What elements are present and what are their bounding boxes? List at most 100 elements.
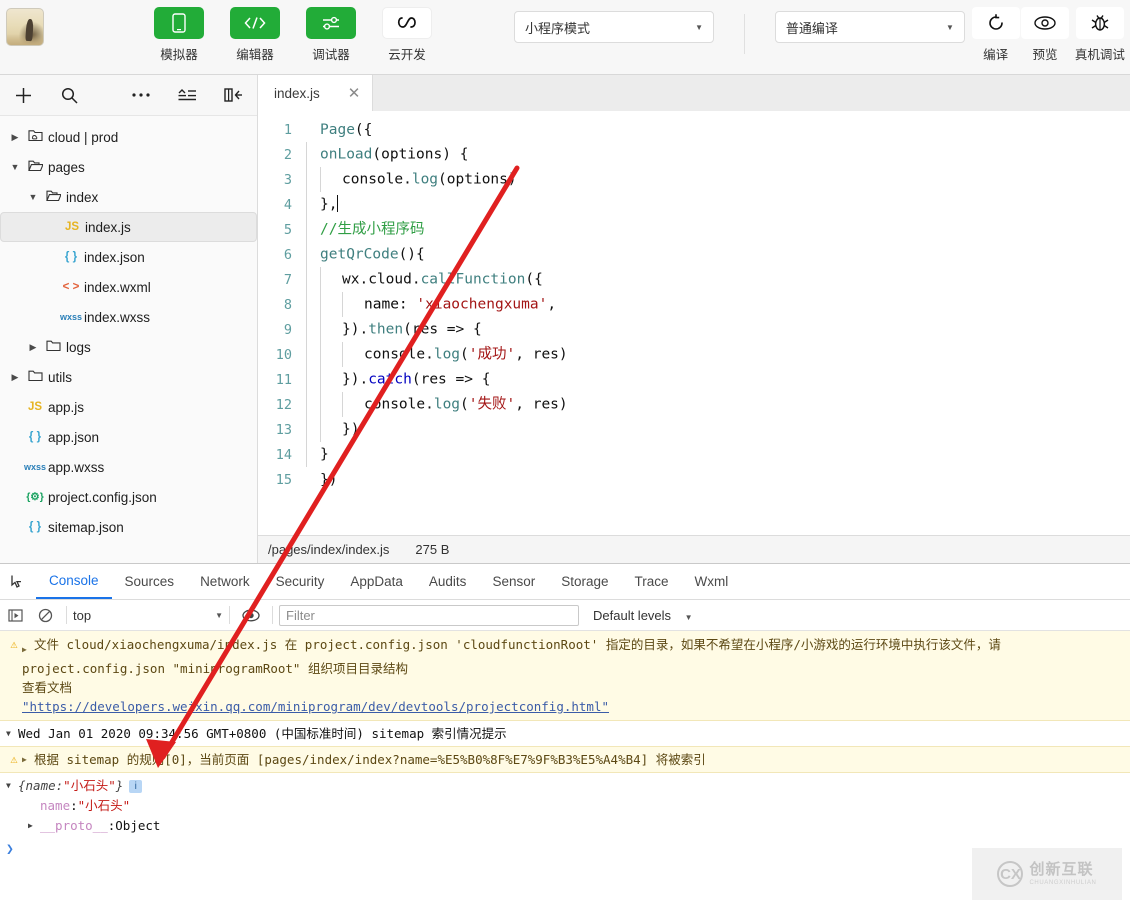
cloud-dev-button[interactable]: 云开发	[380, 0, 434, 63]
code-line-text: getQrCode(){	[306, 242, 425, 267]
clear-console-icon[interactable]	[30, 608, 60, 623]
inspect-element-icon[interactable]	[0, 574, 36, 590]
chevron-down-icon: ▼	[215, 611, 223, 620]
file-row-utils[interactable]: ▶utils	[0, 362, 257, 392]
watermark-logo-icon: CX	[997, 861, 1023, 887]
console-prompt[interactable]: ❯	[0, 836, 1130, 863]
devtools-tab-sensor[interactable]: Sensor	[479, 564, 548, 599]
code-line-text: }	[306, 442, 329, 467]
mode-select-value: 小程序模式	[525, 18, 685, 37]
console-context-select[interactable]: top ▼	[73, 608, 223, 623]
explorer-toolbar	[0, 75, 257, 116]
console-levels-select[interactable]: Default levels ▼	[593, 608, 693, 623]
code-line-text: Page({	[306, 122, 372, 138]
live-expression-icon[interactable]	[236, 609, 266, 622]
compile-button[interactable]: 编译	[971, 0, 1020, 63]
file-row-sitemap-json[interactable]: ▶{ }sitemap.json	[0, 512, 257, 542]
console-filter-input[interactable]: Filter	[279, 605, 579, 626]
object-preview-open: {	[18, 776, 26, 796]
chevron-down-icon[interactable]: ▼	[26, 192, 40, 202]
warning-doc-link[interactable]: "https://developers.weixin.qq.com/minipr…	[22, 699, 609, 714]
expand-triangle-icon[interactable]: ▶	[28, 816, 40, 836]
editor-button[interactable]: 编辑器	[228, 0, 282, 63]
console-sitemap-warning[interactable]: ⚠ ▶ 根据 sitemap 的规则[0]，当前页面 [pages/index/…	[0, 746, 1130, 773]
chevron-down-icon[interactable]: ▼	[8, 162, 22, 172]
main-split: ▶cloud | prod▼pages▼index▶JSindex.js▶{ }…	[0, 75, 1130, 563]
cloud-folder-icon	[22, 129, 48, 145]
file-row-app-js[interactable]: ▶JSapp.js	[0, 392, 257, 422]
object-property-value: "小石头"	[78, 796, 131, 816]
bug-icon	[1076, 7, 1124, 39]
devtools-tab-wxml[interactable]: Wxml	[682, 564, 742, 599]
code-line-text: },	[306, 192, 338, 217]
devtools-tab-appdata[interactable]: AppData	[337, 564, 416, 599]
devtools-tab-audits[interactable]: Audits	[416, 564, 480, 599]
devtools-tab-console[interactable]: Console	[36, 564, 112, 599]
object-preview-row[interactable]: ▼ { name : "小石头" } i	[6, 776, 1124, 796]
search-icon[interactable]	[46, 75, 92, 116]
ellipsis-icon[interactable]	[118, 75, 164, 116]
warning-line-3: 查看文档	[0, 678, 1130, 697]
file-row-pages[interactable]: ▼pages	[0, 152, 257, 182]
execute-icon[interactable]	[0, 608, 30, 623]
file-row-project-config-json[interactable]: ▶{⚙}project.config.json	[0, 482, 257, 512]
file-row-index-json[interactable]: ▶{ }index.json	[0, 242, 257, 272]
info-badge-icon[interactable]: i	[129, 780, 142, 793]
file-row-app-json[interactable]: ▶{ }app.json	[0, 422, 257, 452]
devtools-tab-sources[interactable]: Sources	[112, 564, 188, 599]
expand-triangle-icon[interactable]: ▶	[22, 750, 34, 769]
chevron-right-icon[interactable]: ▶	[8, 372, 22, 383]
expand-triangle-icon[interactable]: ▼	[6, 724, 18, 743]
devtools-tab-trace[interactable]: Trace	[622, 564, 682, 599]
debugger-button[interactable]: 调试器	[304, 0, 358, 63]
folder-icon	[40, 339, 66, 355]
devtools-tabbar: ConsoleSourcesNetworkSecurityAppDataAudi…	[0, 564, 1130, 600]
debugger-label: 调试器	[312, 44, 350, 63]
file-row-cloud-prod[interactable]: ▶cloud | prod	[0, 122, 257, 152]
file-row-index-js[interactable]: ▶JSindex.js	[0, 212, 257, 242]
chevron-right-icon[interactable]: ▶	[26, 342, 40, 353]
file-label: sitemap.json	[48, 520, 124, 535]
toolbar-divider	[744, 14, 745, 54]
console-group-header[interactable]: ▼ Wed Jan 01 2020 09:34:56 GMT+0800 (中国标…	[0, 721, 1130, 746]
close-icon[interactable]: ✕	[348, 84, 361, 102]
folder-open-icon	[22, 159, 48, 175]
compile-select[interactable]: 普通编译 ▼	[775, 11, 965, 43]
real-device-debug-button[interactable]: 真机调试	[1070, 0, 1130, 63]
file-row-index-wxml[interactable]: ▶< >index.wxml	[0, 272, 257, 302]
line-number: 9	[258, 322, 306, 338]
expand-triangle-icon[interactable]: ▼	[6, 776, 18, 796]
user-avatar[interactable]	[6, 8, 44, 46]
file-row-index[interactable]: ▼index	[0, 182, 257, 212]
code-area[interactable]: 1Page({2onLoad(options) {3console.log(op…	[258, 111, 1130, 535]
line-number: 15	[258, 472, 306, 488]
mode-select[interactable]: 小程序模式 ▼	[514, 11, 714, 43]
preview-button[interactable]: 预览	[1020, 0, 1069, 63]
console-warning-message[interactable]: ⚠ ▶ 文件 cloud/xiaochengxuma/index.js 在 pr…	[0, 631, 1130, 721]
file-row-app-wxss[interactable]: ▶wxssapp.wxss	[0, 452, 257, 482]
collapse-all-icon[interactable]	[164, 75, 210, 116]
devtools-tab-network[interactable]: Network	[187, 564, 263, 599]
object-proto-row[interactable]: ▶ __proto__ : Object	[6, 816, 1124, 836]
expand-triangle-icon[interactable]: ▶	[22, 635, 34, 659]
file-label: project.config.json	[48, 490, 157, 505]
plus-icon[interactable]	[0, 75, 46, 116]
toggle-panel-icon[interactable]	[210, 75, 256, 116]
chevron-down-icon: ▼	[946, 23, 954, 32]
simulator-button[interactable]: 模拟器	[152, 0, 206, 63]
code-line: 12console.log('失败', res)	[258, 392, 1130, 417]
file-row-index-wxss[interactable]: ▶wxssindex.wxss	[0, 302, 257, 332]
devtools-tab-storage[interactable]: Storage	[548, 564, 621, 599]
file-row-logs[interactable]: ▶logs	[0, 332, 257, 362]
console-output[interactable]: ⚠ ▶ 文件 cloud/xiaochengxuma/index.js 在 pr…	[0, 631, 1130, 907]
devtools-tab-security[interactable]: Security	[263, 564, 338, 599]
code-line-text: onLoad(options) {	[306, 142, 468, 167]
chevron-right-icon[interactable]: ▶	[8, 132, 22, 143]
object-property-row: name : "小石头"	[6, 796, 1124, 816]
code-line: 3console.log(options)	[258, 167, 1130, 192]
console-object-output[interactable]: ▼ { name : "小石头" } i name : "小石头" ▶ __pr…	[0, 773, 1130, 836]
watermark: CX 创新互联 CHUANGXINHULIAN	[972, 848, 1122, 900]
top-toolbar: 模拟器 编辑器 调试器 云开发 小程序模式 ▼ 普通编	[0, 0, 1130, 75]
text-cursor	[337, 195, 338, 212]
editor-tab-index-js[interactable]: index.js ✕	[258, 75, 373, 111]
